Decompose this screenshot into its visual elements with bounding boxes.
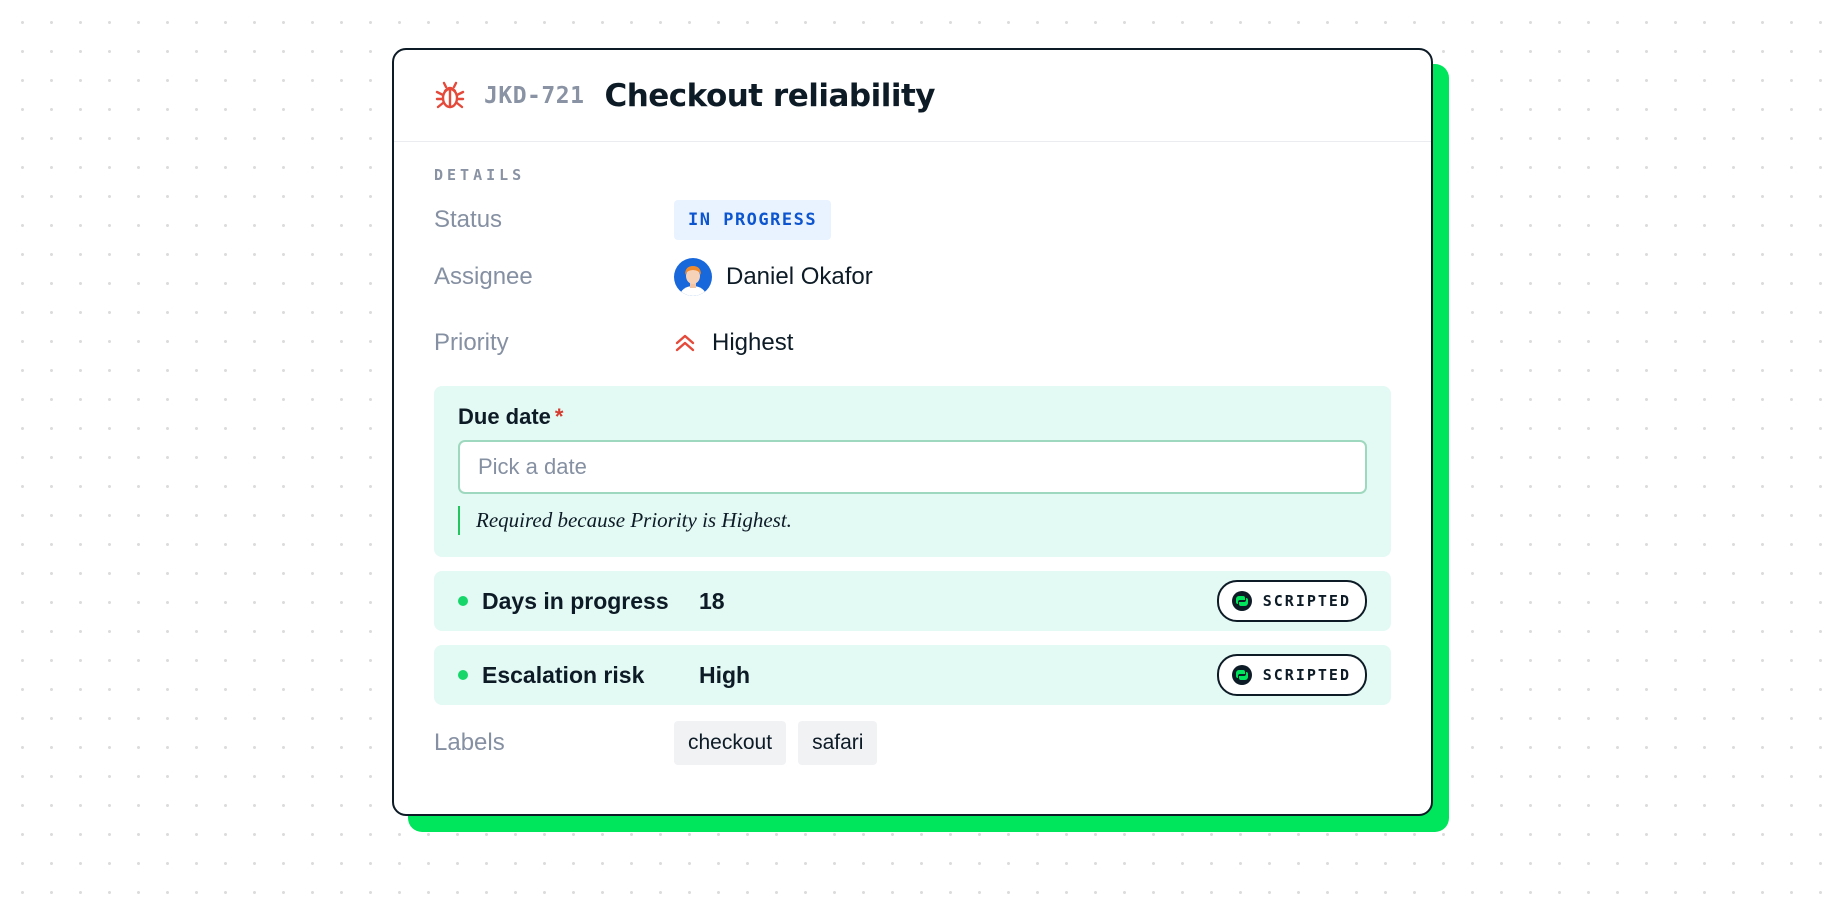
status-dot	[458, 670, 468, 680]
status-label: Status	[434, 206, 503, 233]
scripted-field-value: 18	[699, 587, 725, 614]
scripted-field-label: Days in progress	[482, 587, 669, 614]
assignee-name: Daniel Okafor	[726, 263, 873, 290]
priority-value[interactable]: Highest	[674, 329, 793, 357]
issue-body: DETAILS Status IN PROGRESS Assignee Dani…	[394, 142, 1431, 777]
assignee-field: Assignee Daniel Okafor	[434, 244, 1391, 310]
scripted-badge-text: SCRIPTED	[1262, 666, 1351, 684]
labels-field: Labels checkout safari	[434, 709, 1391, 777]
due-date-input[interactable]	[458, 440, 1367, 494]
assignee-value[interactable]: Daniel Okafor	[674, 258, 873, 296]
due-date-label-text: Due date	[458, 404, 551, 429]
scripted-field-label: Escalation risk	[482, 661, 645, 688]
scripted-badge[interactable]: SCRIPTED	[1216, 654, 1367, 696]
status-lozenge[interactable]: IN PROGRESS	[674, 200, 832, 240]
script-icon	[1231, 664, 1253, 686]
scripted-badge[interactable]: SCRIPTED	[1216, 580, 1367, 622]
issue-card: JKD-721 Checkout reliability DETAILS Sta…	[392, 48, 1433, 816]
script-icon	[1231, 590, 1253, 612]
required-marker: *	[554, 404, 564, 429]
due-date-panel: Due date* Required because Priority is H…	[434, 386, 1391, 557]
labels-list: checkout safari	[674, 721, 889, 765]
label-chip-safari[interactable]: safari	[798, 721, 878, 765]
status-field: Status IN PROGRESS	[434, 196, 1391, 244]
bug-icon	[434, 80, 466, 112]
issue-title[interactable]: Checkout reliability	[604, 78, 935, 114]
label-chip-checkout[interactable]: checkout	[674, 721, 787, 765]
details-heading: DETAILS	[434, 166, 526, 184]
due-date-helper: Required because Priority is Highest.	[458, 506, 1367, 535]
status-dot	[458, 596, 468, 606]
scripted-field-escalation-risk: Escalation risk High SCRIPTED	[434, 645, 1391, 705]
avatar	[674, 258, 712, 296]
labels-label: Labels	[434, 729, 505, 756]
priority-highest-icon	[674, 332, 696, 354]
issue-header: JKD-721 Checkout reliability	[394, 50, 1431, 142]
issue-card-container: JKD-721 Checkout reliability DETAILS Sta…	[392, 48, 1449, 832]
assignee-label: Assignee	[434, 263, 533, 290]
due-date-label: Due date *	[458, 404, 1367, 430]
priority-label: Priority	[434, 329, 509, 356]
priority-field: Priority Highest	[434, 310, 1391, 376]
scripted-field-days-in-progress: Days in progress 18 SCRIPTED	[434, 571, 1391, 631]
scripted-badge-text: SCRIPTED	[1262, 592, 1351, 610]
scripted-field-value: High	[699, 661, 751, 688]
priority-text: Highest	[712, 329, 794, 356]
issue-key[interactable]: JKD-721	[484, 83, 584, 109]
